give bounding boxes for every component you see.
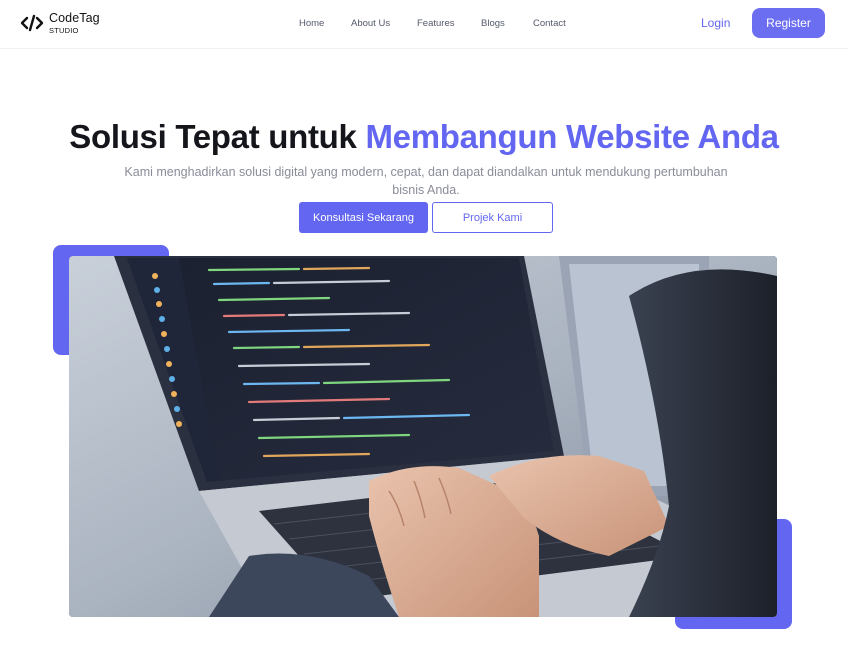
hero-image-laptop-coding	[69, 256, 777, 617]
register-button[interactable]: Register	[752, 8, 825, 38]
brand-name: CodeTag	[49, 11, 100, 25]
navbar: CodeTag STUDIO Home About Us Features Bl…	[0, 0, 848, 49]
hero-subtitle: Kami menghadirkan solusi digital yang mo…	[124, 165, 728, 197]
hero-title: Solusi Tepat untuk Membangun Website And…	[0, 118, 848, 156]
brand-subtitle: STUDIO	[49, 25, 79, 35]
nav-about-us[interactable]: About Us	[351, 18, 390, 29]
nav-features[interactable]: Features	[417, 18, 455, 29]
login-link[interactable]: Login	[701, 16, 730, 30]
consult-now-button[interactable]: Konsultasi Sekarang	[299, 202, 428, 233]
brand-logo[interactable]: CodeTag STUDIO	[20, 10, 100, 36]
hero-title-accent: Membangun Website Anda	[365, 118, 779, 155]
hero-title-main: Solusi Tepat untuk	[69, 118, 366, 155]
nav-contact[interactable]: Contact	[533, 18, 566, 29]
nav-blogs[interactable]: Blogs	[481, 18, 505, 29]
nav-home[interactable]: Home	[299, 18, 324, 29]
our-projects-button[interactable]: Projek Kami	[432, 202, 553, 233]
code-brackets-icon	[20, 10, 44, 36]
